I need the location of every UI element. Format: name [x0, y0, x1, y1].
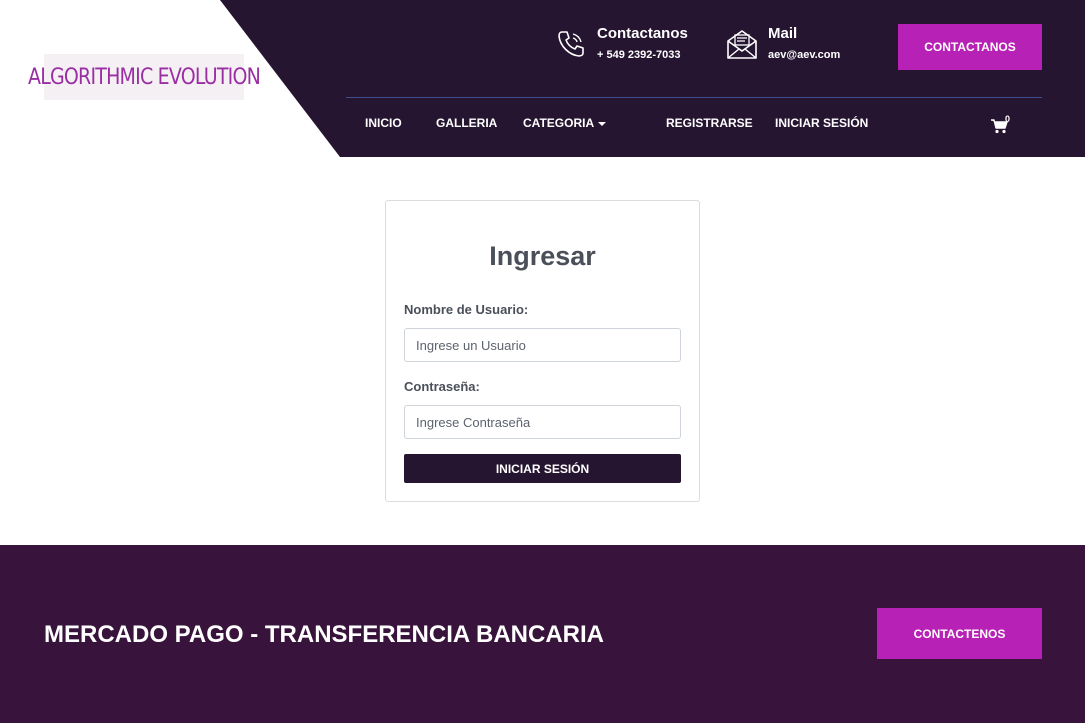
caret-down-icon	[598, 121, 607, 126]
nav-item-registrarse[interactable]: REGISTRARSE	[666, 116, 753, 130]
mail-title: Mail	[768, 25, 798, 42]
password-input[interactable]	[404, 405, 681, 439]
header-divider	[346, 97, 1042, 98]
nav-item-categoria[interactable]: CATEGORIA	[523, 116, 607, 130]
username-label: Nombre de Usuario:	[404, 302, 529, 317]
site-logo[interactable]: ALGORITHMIC EVOLUTION	[28, 54, 261, 100]
contact-button[interactable]: CONTACTANOS	[898, 24, 1042, 70]
username-input[interactable]	[404, 328, 681, 362]
contactenos-button[interactable]: CONTACTENOS	[877, 608, 1042, 659]
phone-icon	[558, 31, 584, 57]
logo-text: ALGORITHMIC EVOLUTION	[28, 64, 261, 90]
login-submit-button[interactable]: INICIAR SESIÓN	[404, 454, 681, 483]
nav-item-iniciar-sesion[interactable]: INICIAR SESIÓN	[775, 116, 868, 130]
nav-item-categoria-label: CATEGORIA	[523, 116, 595, 130]
envelope-icon	[727, 30, 757, 59]
login-card: Ingresar Nombre de Usuario: Contraseña: …	[385, 200, 700, 502]
phone-contact: Contactanos + 549 2392-7033	[555, 24, 688, 64]
nav-item-inicio[interactable]: INICIO	[365, 116, 402, 130]
payment-banner-title: MERCADO PAGO - TRANSFERENCIA BANCARIA	[44, 621, 604, 648]
phone-title: Contactanos	[597, 25, 688, 42]
nav-item-galleria[interactable]: GALLERIA	[436, 116, 497, 130]
login-title: Ingresar	[489, 241, 596, 271]
phone-number[interactable]: + 549 2392-7033	[597, 46, 688, 64]
payment-banner: MERCADO PAGO - TRANSFERENCIA BANCARIA CO…	[0, 545, 1085, 723]
cart-count-badge: 0	[1005, 114, 1011, 124]
password-label: Contraseña:	[404, 379, 480, 394]
mail-address[interactable]: aev@aev.com	[768, 46, 840, 64]
site-header: ALGORITHMIC EVOLUTION Contactanos + 549 …	[0, 0, 1085, 157]
mail-contact: Mail aev@aev.com	[726, 24, 840, 64]
